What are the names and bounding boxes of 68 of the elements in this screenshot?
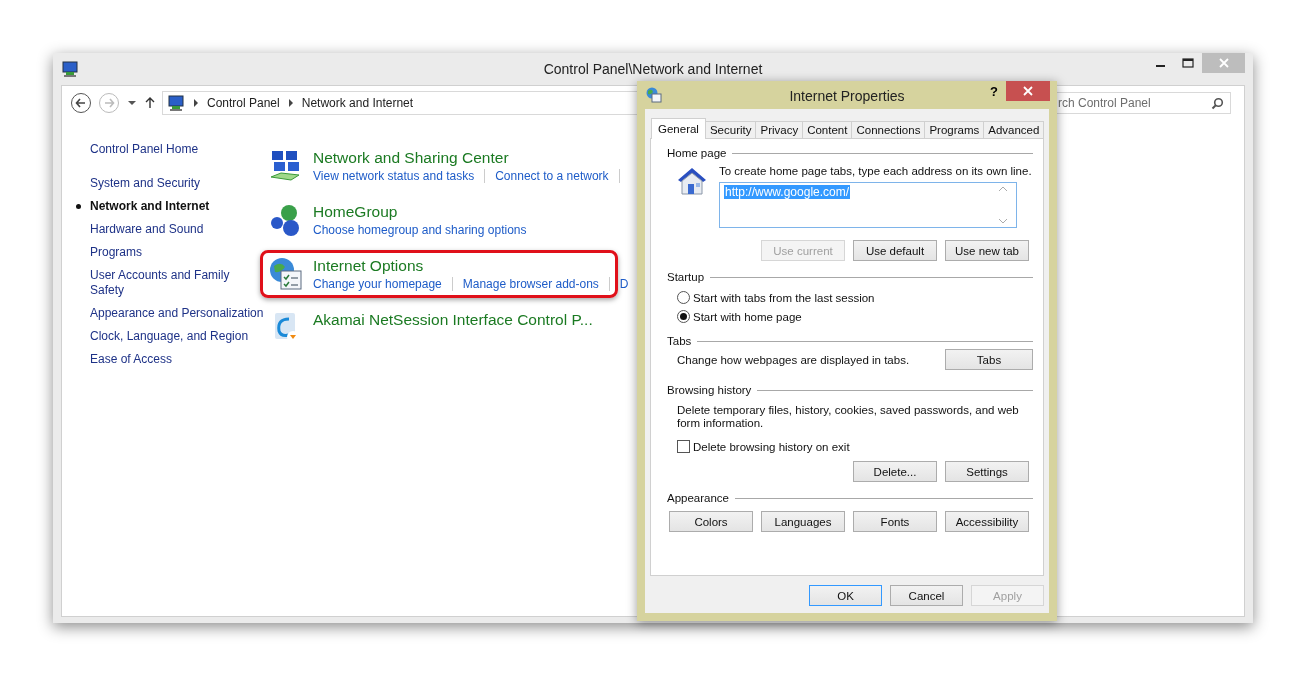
category-link[interactable]: View network status and tasks (313, 169, 485, 183)
minimize-icon (1155, 65, 1165, 67)
tab[interactable]: Programs (924, 121, 985, 138)
breadcrumb[interactable]: Control Panel (207, 96, 280, 110)
section-heading: Browsing history (667, 384, 752, 396)
sidebar-item[interactable]: Programs (74, 245, 266, 260)
search-icon (1211, 96, 1224, 110)
breadcrumb[interactable]: Network and Internet (301, 96, 414, 110)
appearance-button[interactable]: Accessibility (945, 511, 1029, 532)
field-value: http://www.google.com/ (724, 185, 851, 199)
chevron-icon (287, 99, 294, 107)
tab[interactable]: Privacy (755, 121, 804, 138)
sidebar-item[interactable]: Ease of Access (74, 352, 266, 367)
sidebar-item[interactable]: User Accounts and Family Safety (74, 268, 266, 298)
use-default-button[interactable]: Use default (853, 240, 937, 261)
globe-checklist-icon (269, 257, 303, 291)
appearance-button[interactable]: Colors (669, 511, 753, 532)
section-heading: Startup (667, 271, 705, 283)
category-title[interactable]: Internet Options (313, 257, 639, 275)
appearance-button[interactable]: Languages (761, 511, 845, 532)
chevron-icon (193, 99, 199, 107)
close-button[interactable] (1006, 81, 1050, 101)
checkbox[interactable] (677, 440, 690, 453)
checkbox-label[interactable]: Delete browsing history on exit (693, 440, 850, 453)
category-link[interactable]: Choose homegroup and sharing options (313, 223, 537, 237)
tab[interactable]: Security (704, 121, 757, 138)
sidebar-item[interactable]: System and Security (74, 176, 266, 191)
tab[interactable]: General (651, 118, 706, 139)
ok-button[interactable]: OK (809, 585, 882, 606)
radio-label[interactable]: Start with tabs from the last session (693, 291, 875, 304)
sidebar-item[interactable]: Hardware and Sound (74, 222, 266, 237)
description-text: Delete temporary files, history, cookies, saved passwords, and web form information. (676, 404, 1020, 430)
control-panel-icon (167, 94, 185, 112)
category-link[interactable]: Connect to a network (484, 169, 620, 183)
section-heading: Home page (667, 147, 727, 159)
cancel-button[interactable]: Cancel (890, 585, 963, 606)
maximize-icon (1182, 57, 1194, 69)
category-link[interactable]: Manage browser add-ons (451, 277, 609, 291)
radio-button[interactable] (677, 310, 690, 323)
description-text: Change how webpages are displayed in tabs. (677, 353, 910, 366)
settings-button[interactable]: Settings (945, 461, 1029, 482)
category-title[interactable]: HomeGroup (313, 203, 537, 221)
up-arrow-button[interactable] (144, 97, 156, 109)
close-icon (1218, 58, 1229, 68)
window-title: Control Panel\Network and Internet (543, 61, 763, 77)
tab[interactable]: Advanced (983, 121, 1045, 138)
use-new-tab-button[interactable]: Use new tab (945, 240, 1029, 261)
sidebar-link[interactable]: Control Panel Home (90, 142, 266, 156)
sidebar-item[interactable]: Appearance and Personalization (74, 306, 266, 321)
dialog-title: Internet Properties (789, 88, 905, 104)
section-heading: Tabs (667, 335, 692, 347)
back-button[interactable] (70, 92, 92, 114)
close-icon (1023, 86, 1033, 96)
hint-text: To create home page tabs, type each address on its own line. (719, 165, 1032, 177)
appearance-button[interactable]: Fonts (853, 511, 937, 532)
sidebar-item[interactable]: Clock, Language, and Region (74, 329, 266, 344)
radio-label[interactable]: Start with home page (693, 310, 802, 323)
radio-button[interactable] (677, 291, 690, 304)
tabs-button[interactable]: Tabs (945, 349, 1033, 370)
section-heading: Appearance (667, 492, 730, 504)
delete-button[interactable]: Delete... (853, 461, 937, 482)
control-panel-icon (61, 60, 79, 78)
search-placeholder: rch Control Panel (1058, 96, 1151, 110)
category-title[interactable]: Network and Sharing Center (313, 149, 620, 167)
category-title[interactable]: Akamai NetSession Interface Control P... (313, 311, 593, 329)
category-link[interactable]: Change your homepage (313, 277, 452, 291)
sidebar-item[interactable]: Network and Internet (74, 199, 266, 214)
globe-checklist-icon (646, 87, 662, 103)
